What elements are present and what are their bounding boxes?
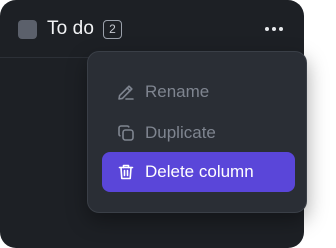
menu-item-rename[interactable]: Rename: [102, 72, 295, 112]
menu-item-duplicate[interactable]: Duplicate: [102, 113, 295, 153]
menu-item-delete-column[interactable]: Delete column: [102, 152, 295, 192]
duplicate-icon: [116, 123, 136, 143]
column-header: To do 2: [0, 0, 304, 58]
column-more-button[interactable]: [258, 16, 290, 42]
column-options-menu: Rename Duplicate Delete column: [87, 51, 307, 213]
column-title[interactable]: To do: [47, 17, 94, 41]
trash-icon: [116, 162, 136, 182]
menu-item-label: Delete column: [145, 162, 254, 181]
column-count-badge: 2: [103, 20, 122, 39]
pencil-icon: [116, 82, 136, 102]
menu-item-label: Duplicate: [145, 123, 216, 142]
menu-item-label: Rename: [145, 82, 210, 101]
more-horizontal-icon: [265, 27, 283, 31]
column-color-swatch[interactable]: [18, 20, 37, 39]
